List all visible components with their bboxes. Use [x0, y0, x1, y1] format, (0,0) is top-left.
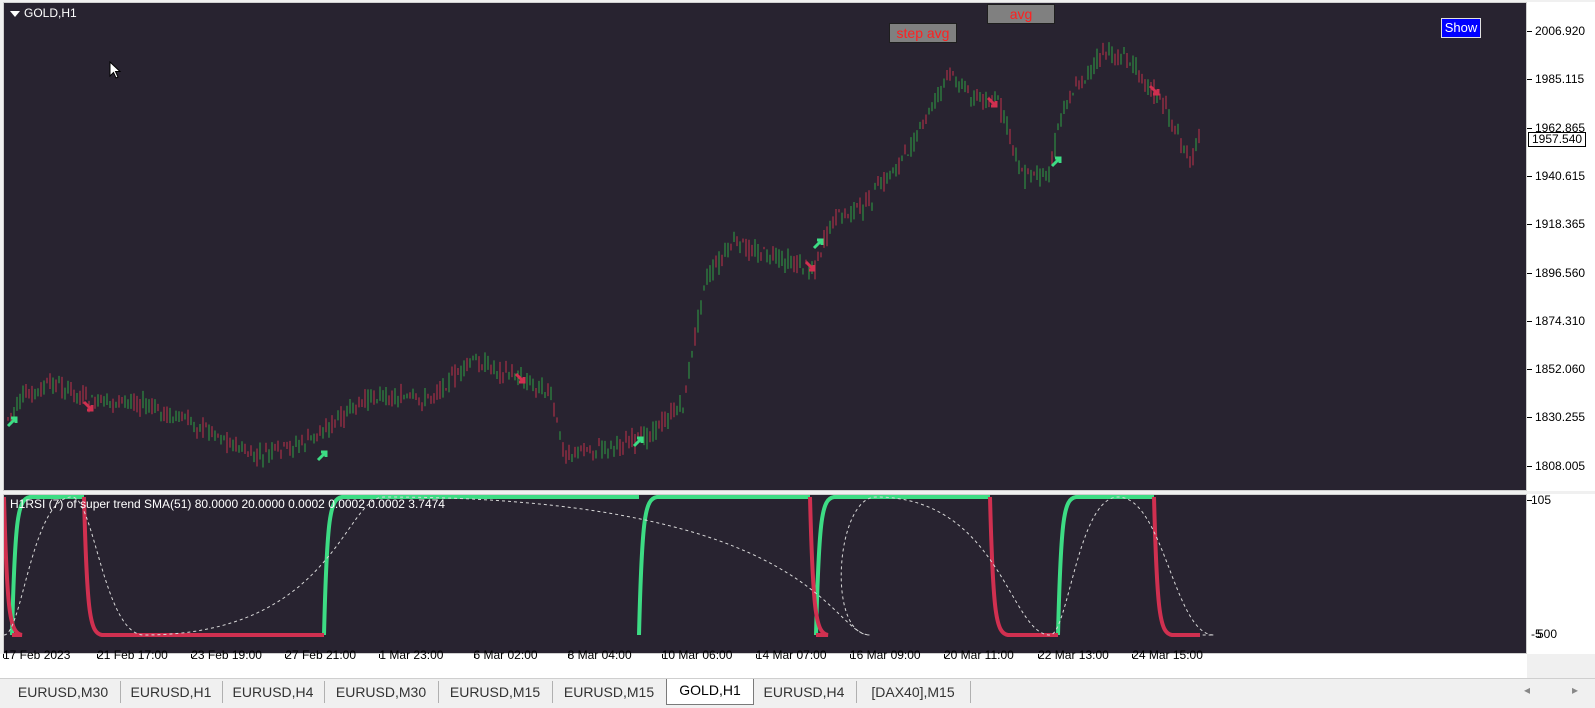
price-tick: [1527, 127, 1532, 129]
indicator-up-line: [637, 495, 810, 636]
chart-window[interactable]: GOLD,H1 step avg avg Show 2006.920 1985.1…: [0, 0, 1595, 678]
indicator-axis[interactable]: 105 -5 500: [1527, 493, 1595, 654]
time-label: 20 Mar 11:00: [944, 648, 1014, 662]
indicator-axis-bottom-overlay: 500: [1537, 627, 1558, 641]
price-label: 1830.255: [1535, 410, 1586, 425]
tab-eurusd-h4[interactable]: EURUSD,H4: [752, 681, 857, 703]
price-tick: [1527, 224, 1532, 226]
price-candles: [6, 42, 1200, 468]
price-tick: [1527, 79, 1532, 81]
buy-arrow-icon: [1050, 156, 1062, 168]
step-avg-button[interactable]: step avg: [889, 23, 957, 43]
indicator-pane[interactable]: H1RSI (7) of super trend SMA(51) 80.0000…: [3, 494, 1527, 654]
indicator-axis-top: 105: [1531, 493, 1552, 507]
show-button[interactable]: Show: [1441, 18, 1481, 38]
buy-arrow-icon: [6, 416, 18, 428]
chart-title[interactable]: GOLD,H1: [10, 6, 77, 20]
time-label: 23 Feb 19:00: [191, 648, 262, 662]
indicator-up-line: [814, 495, 990, 636]
indicator-tick: [1527, 500, 1532, 501]
time-label: 6 Mar 02:00: [473, 648, 538, 662]
price-tick: [1527, 31, 1532, 32]
tab-eurusd-m30[interactable]: EURUSD,M30: [324, 681, 439, 703]
indicator-up-line: [322, 495, 639, 636]
price-label: 1896.560: [1535, 265, 1586, 280]
sell-arrow-icon: [804, 260, 816, 272]
tab-scroll-right-icon[interactable]: ▸: [1572, 683, 1578, 697]
sell-arrow-icon: [82, 400, 94, 412]
time-label: 24 Mar 15:00: [1132, 648, 1203, 662]
price-label: 1874.310: [1535, 313, 1586, 328]
indicator-up-line: [1056, 495, 1154, 636]
time-label: 21 Feb 17:00: [97, 648, 168, 662]
tab-scroll-left-icon[interactable]: ◂: [1524, 683, 1530, 697]
tab-eurusd-h1[interactable]: EURUSD,H1: [120, 681, 223, 703]
dropdown-triangle-icon[interactable]: [10, 10, 20, 17]
indicator-lines: [4, 495, 1215, 637]
price-label: 1852.060: [1535, 362, 1586, 377]
time-axis[interactable]: 17 Feb 2023 21 Feb 17:00 23 Feb 19:00 27 Fe…: [0, 648, 1527, 678]
price-tick: [1527, 369, 1532, 371]
indicator-signal-line: [4, 496, 1215, 636]
time-label: 27 Feb 21:00: [285, 648, 357, 662]
indicator-down-line: [988, 496, 1058, 637]
chart-tabbar: ◂ ▸ EURUSD,M30 EURUSD,H1 EURUSD,H4 EURUSD,M…: [0, 678, 1595, 708]
time-label: 14 Mar 07:00: [755, 648, 827, 662]
sell-arrow-icon: [514, 372, 526, 384]
price-tick: [1527, 320, 1532, 322]
buy-arrow-icon: [316, 450, 328, 462]
price-label: 1808.005: [1535, 458, 1586, 473]
price-tick: [1527, 417, 1532, 419]
time-label: 1 Mar 23:00: [379, 648, 444, 662]
tab-eurusd-m30[interactable]: EURUSD,M30: [6, 681, 121, 703]
price-tick: [1527, 465, 1532, 467]
avg-button[interactable]: avg: [987, 4, 1055, 24]
price-label: 1918.365: [1535, 217, 1586, 232]
current-price-label: 1957.540: [1528, 132, 1587, 147]
time-label: 17 Feb 2023: [3, 648, 71, 662]
chart-title-text: GOLD,H1: [24, 6, 77, 20]
tab-dax40-m15[interactable]: [DAX40],M15: [856, 681, 971, 703]
time-label: 10 Mar 06:00: [661, 648, 733, 662]
mouse-cursor-icon: [109, 60, 123, 84]
time-label: 8 Mar 04:00: [567, 648, 632, 662]
price-label: 2006.920: [1535, 24, 1586, 38]
indicator-title: H1RSI (7) of super trend SMA(51) 80.0000…: [10, 497, 445, 511]
time-label: 22 Mar 13:00: [1038, 648, 1109, 662]
tab-eurusd-h4[interactable]: EURUSD,H4: [222, 681, 325, 703]
price-label: 1940.615: [1535, 168, 1586, 183]
price-chart-pane[interactable]: GOLD,H1 step avg avg Show: [3, 2, 1527, 491]
tab-eurusd-m15[interactable]: EURUSD,M15: [438, 681, 553, 703]
time-label: 16 Mar 09:00: [849, 648, 921, 662]
indicator-down-line: [1152, 496, 1200, 637]
price-tick: [1527, 175, 1532, 177]
price-tick: [1527, 272, 1532, 274]
price-axis[interactable]: 2006.920 1985.115 1962.865 1940.615 1918.365…: [1527, 2, 1595, 491]
buy-arrow-icon: [812, 238, 824, 250]
tab-gold-h1[interactable]: GOLD,H1: [666, 679, 754, 705]
tab-eurusd-m15[interactable]: EURUSD,M15: [552, 681, 667, 703]
price-label: 1985.115: [1535, 72, 1585, 87]
